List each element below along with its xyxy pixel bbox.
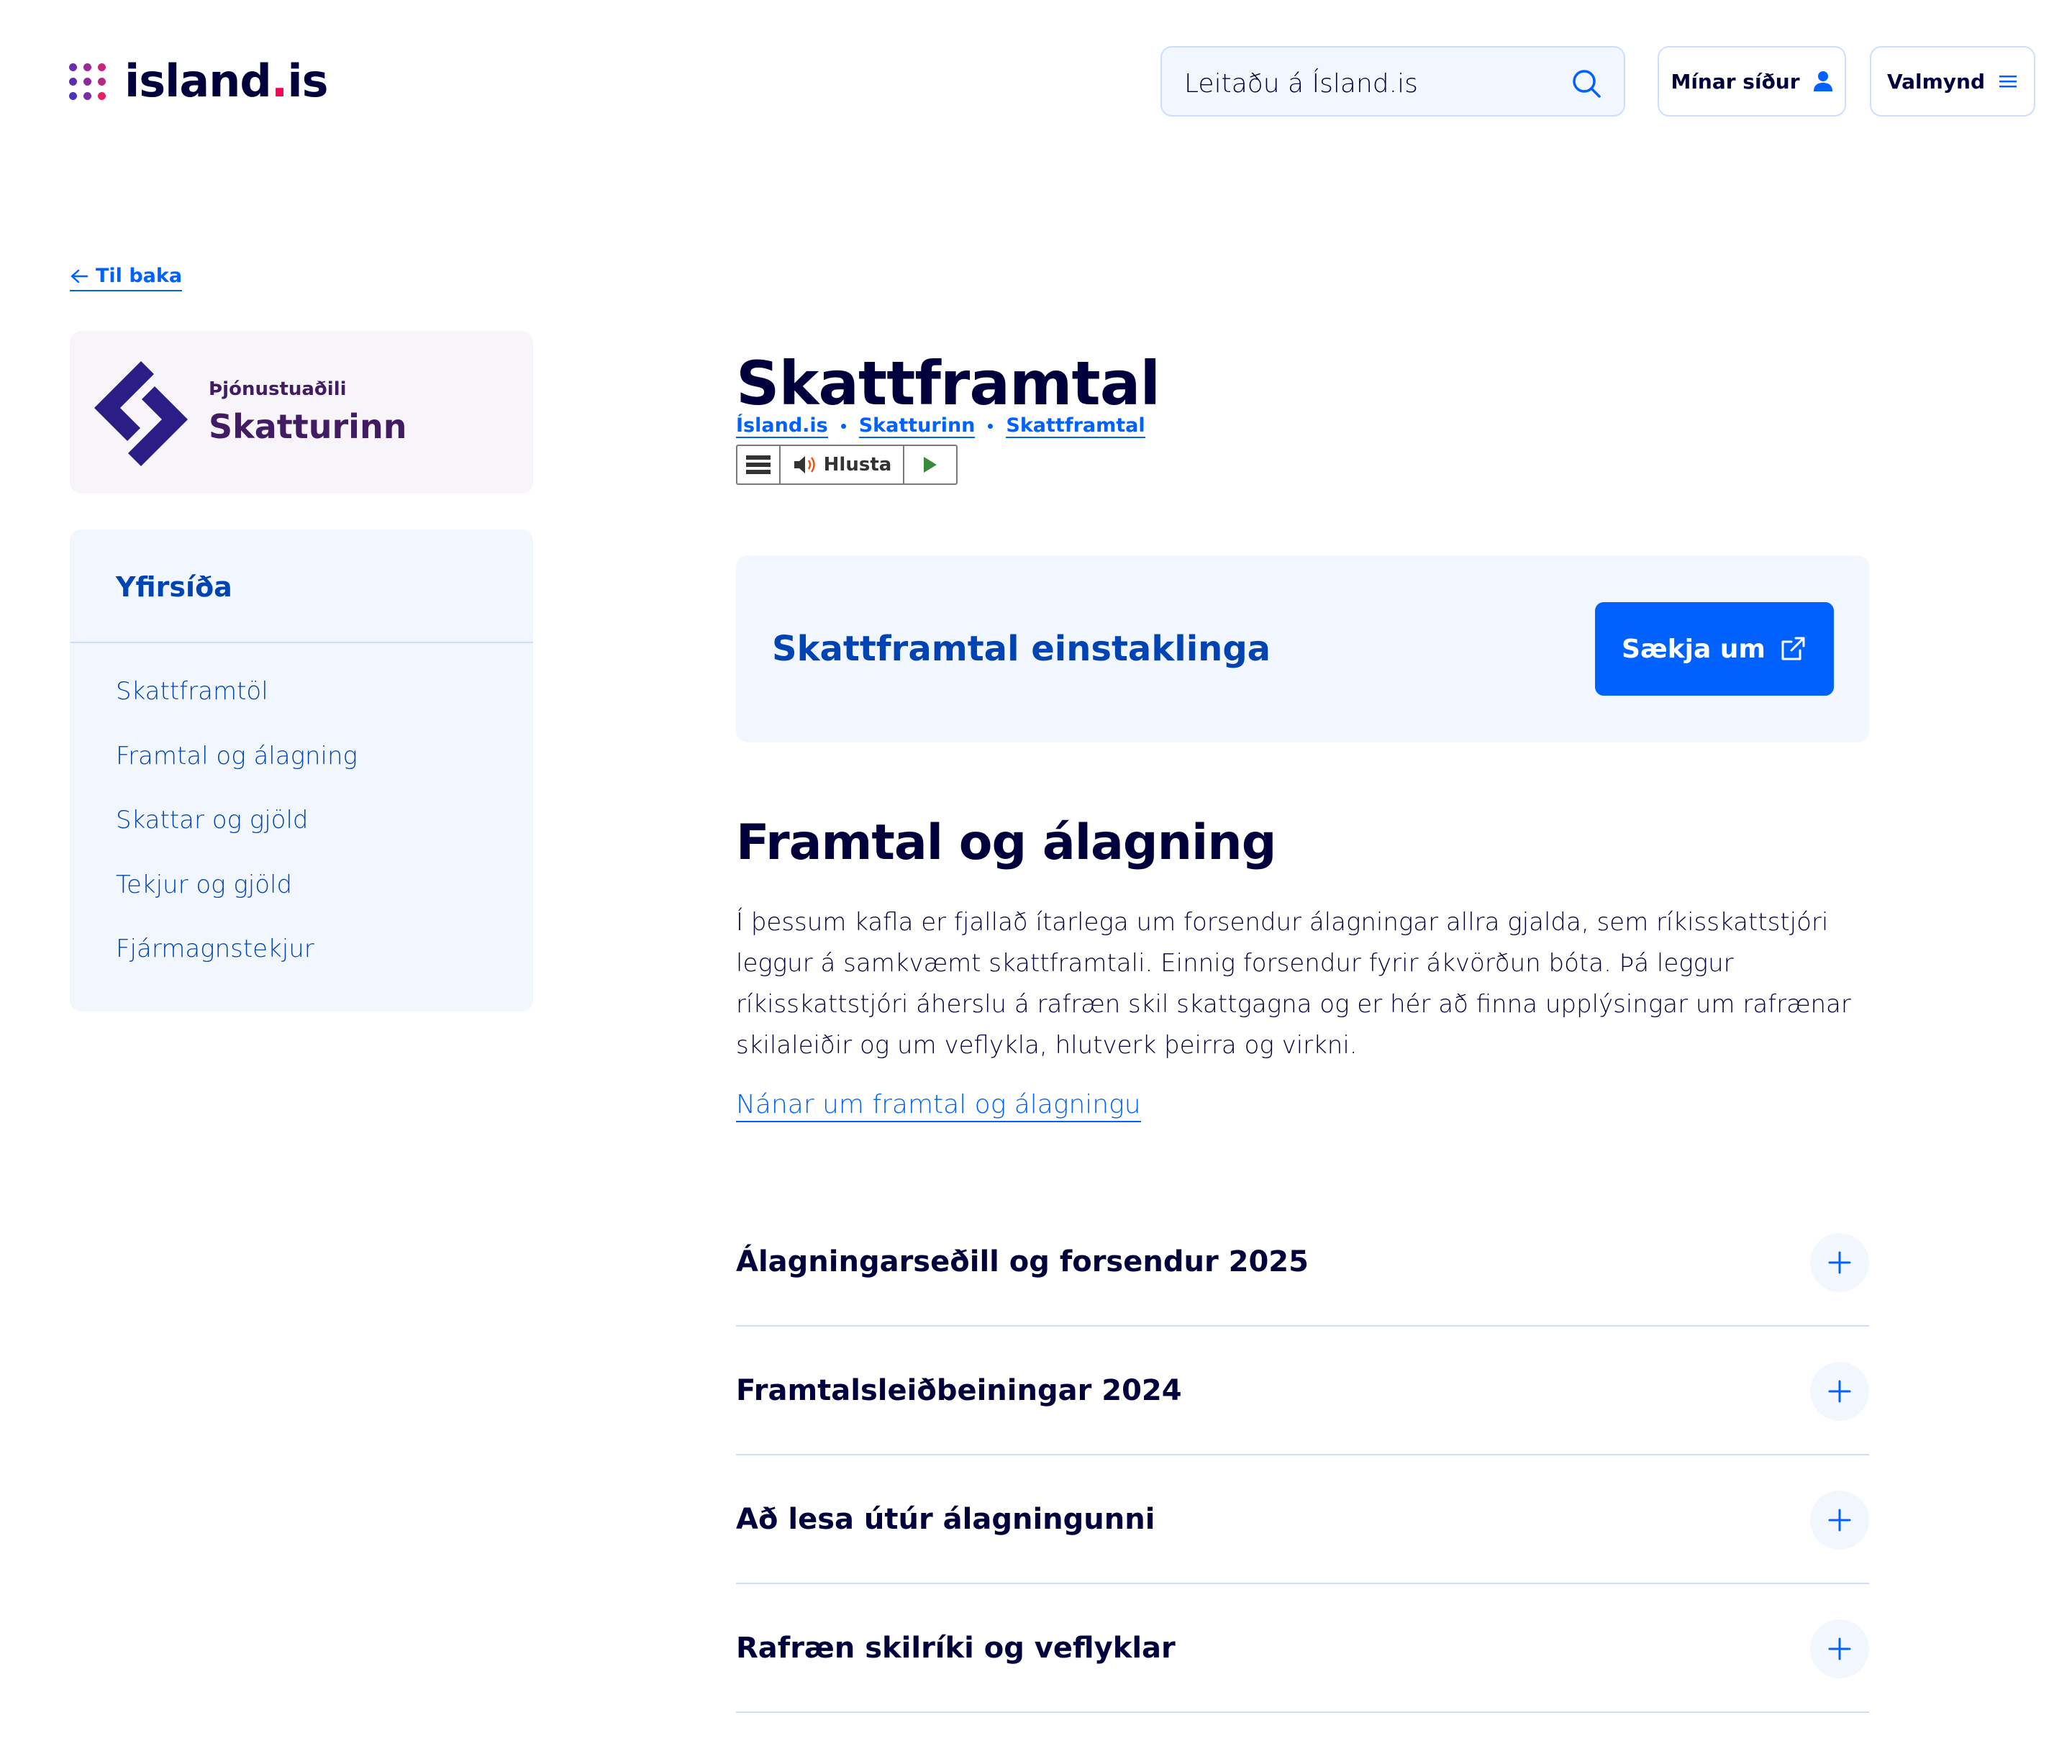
breadcrumb-separator	[988, 424, 994, 429]
page-title: Skattframtal	[736, 348, 1160, 419]
accordion-item[interactable]: Álagningarseðill og forsendur 2025	[736, 1198, 1869, 1327]
accordion-item-title: Álagningarseðill og forsendur 2025	[736, 1245, 1309, 1278]
my-pages-label: Mínar síður	[1671, 69, 1800, 94]
read-more-link[interactable]: Nánar um framtal og álagningu	[736, 1090, 1141, 1122]
accordion-item-title: Að lesa útúr álagningunni	[736, 1503, 1155, 1536]
back-link[interactable]: Til baka	[70, 265, 183, 291]
apply-button-label: Sækja um	[1622, 634, 1766, 664]
apply-cta-box: Skattframtal einstaklinga Sækja um	[736, 555, 1869, 742]
menu-button[interactable]: Valmynd	[1870, 46, 2035, 117]
play-button[interactable]	[904, 446, 956, 483]
sidenav-list: Skattframtöl Framtal og álagning Skattar…	[116, 673, 358, 996]
breadcrumb-item[interactable]: Ísland.is	[736, 414, 828, 438]
plus-icon	[1828, 1509, 1851, 1532]
breadcrumb-item[interactable]: Skatturinn	[858, 414, 976, 438]
sidenav-item-tekjur-og-gjold[interactable]: Tekjur og gjöld	[116, 867, 358, 932]
breadcrumb-item[interactable]: Skattframtal	[1006, 414, 1145, 438]
my-pages-button[interactable]: Mínar síður	[1658, 46, 1846, 117]
expand-button[interactable]	[1810, 1491, 1869, 1550]
search-input[interactable]: Leitaðu á Ísland.is	[1160, 46, 1625, 117]
logo-wordmark: island.is	[124, 55, 328, 107]
accordion-item-title: Rafræn skilríki og veflyklar	[736, 1632, 1176, 1665]
menu-label: Valmynd	[1886, 69, 1986, 94]
service-provider-card[interactable]: Þjónustuaðili Skatturinn	[70, 331, 533, 494]
breadcrumb-separator	[840, 424, 846, 429]
listen-menu-button[interactable]	[737, 446, 781, 483]
readspeaker-player: Hlusta	[736, 445, 958, 485]
expand-button[interactable]	[1810, 1362, 1869, 1421]
sidenav-title-link[interactable]: Yfirsíða	[116, 571, 232, 603]
plus-icon	[1828, 1380, 1851, 1403]
apply-button[interactable]: Sækja um	[1595, 602, 1834, 696]
sidenav-item-skattframtol[interactable]: Skattframtöl	[116, 673, 358, 738]
expand-button[interactable]	[1810, 1619, 1869, 1678]
hamburger-icon	[1999, 76, 2017, 88]
island-logo[interactable]: island.is	[69, 55, 328, 107]
user-icon	[1813, 71, 1832, 91]
site-header: island.is Leitaðu á Ísland.is Mínar síðu…	[0, 0, 2072, 165]
sidenav-item-framtal-og-alagning[interactable]: Framtal og álagning	[116, 738, 358, 803]
cta-title: Skattframtal einstaklinga	[772, 629, 1271, 669]
plus-icon	[1828, 1637, 1851, 1660]
accordion-item[interactable]: Framtalsleiðbeiningar 2024	[736, 1327, 1869, 1455]
provider-name: Skatturinn	[209, 407, 407, 446]
plus-icon	[1828, 1251, 1851, 1274]
sidenav-divider	[70, 642, 533, 643]
provider-kicker: Þjónustuaðili	[209, 378, 347, 400]
play-icon	[924, 457, 937, 473]
section-title: Framtal og álagning	[736, 814, 1276, 871]
section-body: Í þessum kafla er fjallað ítarlega um fo…	[736, 908, 1851, 1060]
accordion-item[interactable]: Rafræn skilríki og veflyklar	[736, 1584, 1869, 1713]
accordion-item[interactable]: Að lesa útúr álagningunni	[736, 1455, 1869, 1584]
side-navigation: Yfirsíða Skattframtöl Framtal og álagnin…	[70, 529, 533, 1011]
speaker-icon	[794, 456, 815, 473]
search-icon[interactable]	[1571, 68, 1602, 99]
logo-dots-icon	[69, 63, 106, 100]
external-link-icon	[1781, 637, 1805, 660]
skatturinn-logo-icon	[94, 361, 188, 466]
sidenav-item-fjarmagnstekjur[interactable]: Fjármagnstekjur	[116, 931, 358, 996]
arrow-left-icon	[71, 269, 88, 283]
listen-label: Hlusta	[823, 454, 892, 476]
accordion: Álagningarseðill og forsendur 2025 Framt…	[736, 1198, 1869, 1713]
back-link-label: Til baka	[96, 265, 183, 287]
expand-button[interactable]	[1810, 1233, 1869, 1292]
listen-button[interactable]: Hlusta	[781, 446, 904, 483]
search-placeholder: Leitaðu á Ísland.is	[1184, 69, 1418, 99]
accordion-item-title: Framtalsleiðbeiningar 2024	[736, 1374, 1182, 1407]
breadcrumb: Ísland.is Skatturinn Skattframtal	[736, 414, 1145, 438]
sidenav-item-skattar-og-gjold[interactable]: Skattar og gjöld	[116, 802, 358, 867]
